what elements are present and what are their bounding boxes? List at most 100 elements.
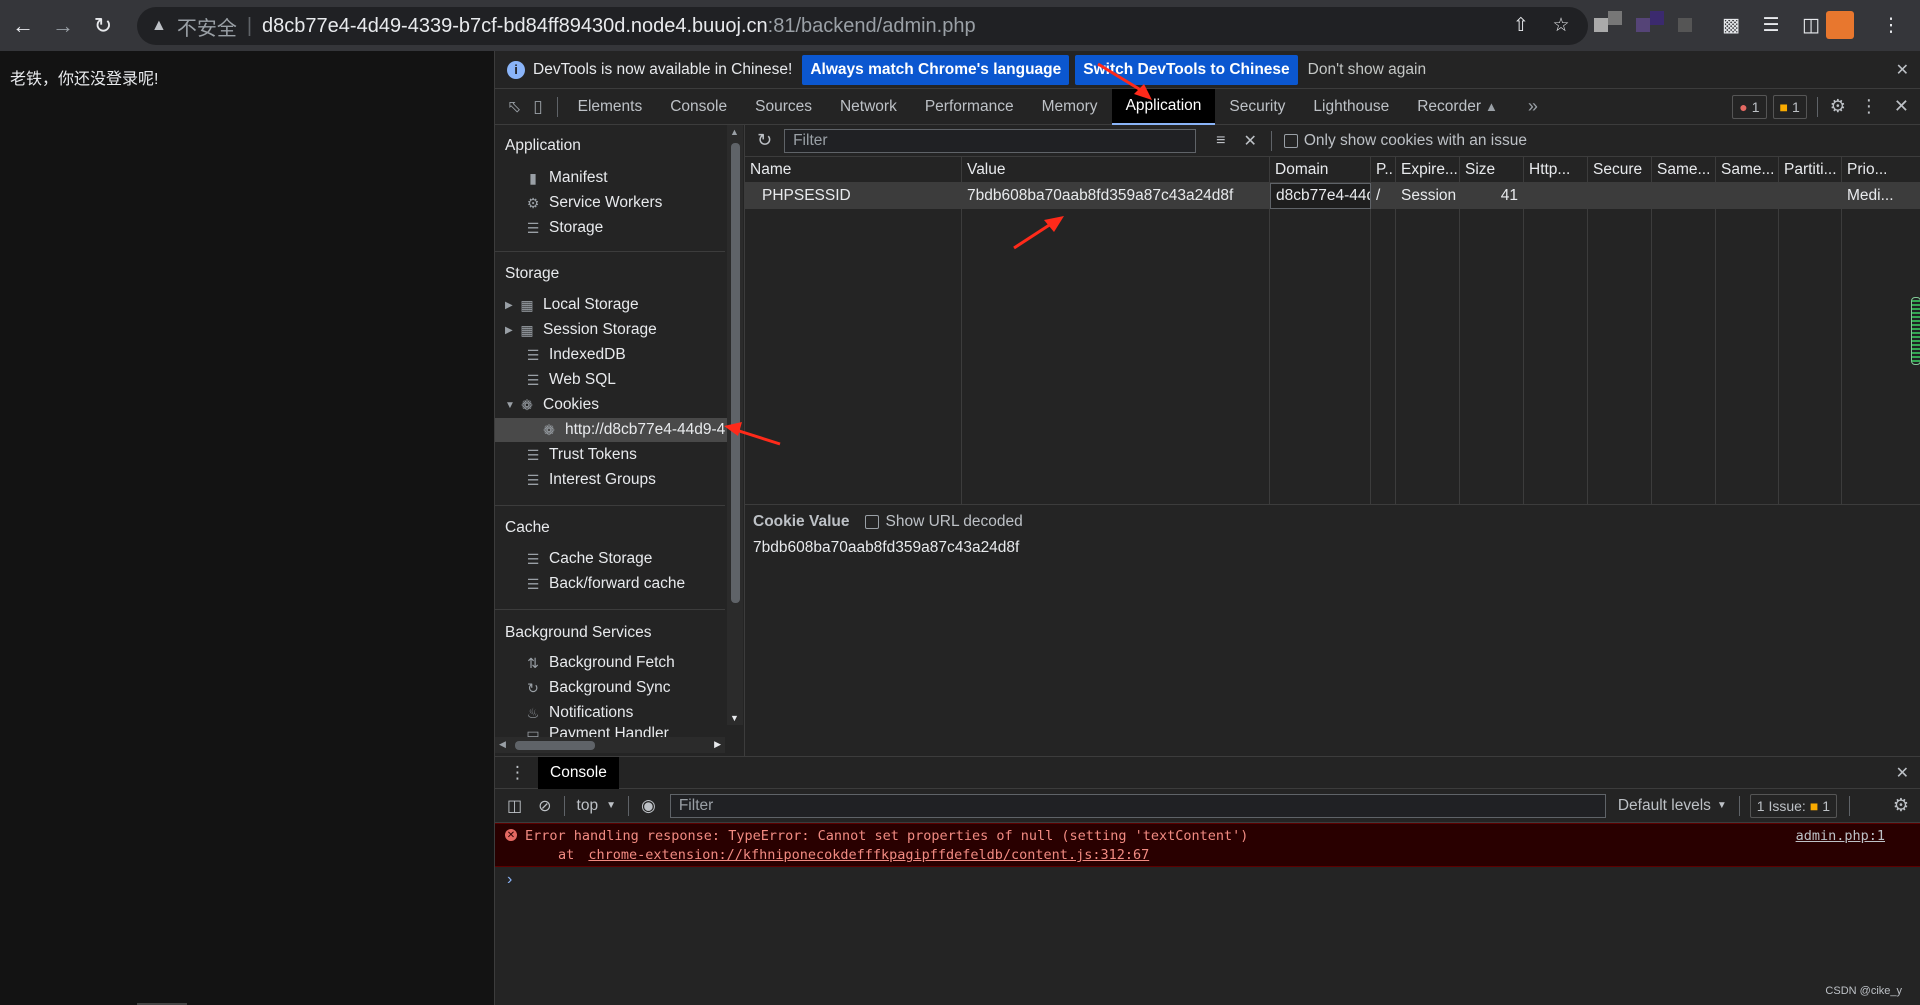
scroll-down-icon[interactable]: ▼ — [730, 713, 739, 723]
sidebar-item-session-storage[interactable]: ▶ ▦ Session Storage — [505, 318, 657, 342]
header-httponly[interactable]: Http... — [1524, 157, 1588, 183]
forward-icon[interactable]: → — [46, 9, 80, 43]
resize-gripper[interactable] — [1911, 297, 1920, 365]
sidebar-item-indexeddb[interactable]: ☰ IndexedDB — [525, 343, 626, 367]
header-samesite[interactable]: Same... — [1652, 157, 1716, 183]
switch-chinese-button[interactable]: Switch DevTools to Chinese — [1075, 54, 1298, 85]
more-tabs-icon[interactable]: » — [1528, 96, 1538, 117]
extensions-puzzle-icon[interactable]: ▩ — [1716, 10, 1746, 40]
header-value[interactable]: Value — [962, 157, 1270, 183]
sidebar-toggle-icon[interactable]: ◫ — [507, 796, 522, 816]
expand-triangle-icon[interactable]: ▶ — [505, 325, 519, 336]
drawer-tab-console[interactable]: Console — [538, 756, 619, 789]
header-size[interactable]: Size — [1460, 157, 1524, 183]
header-name[interactable]: Name — [745, 157, 962, 183]
sidebar-item-cache-storage[interactable]: ☰ Cache Storage — [525, 547, 653, 571]
sidebar-item-cookie-origin[interactable]: ❁ http://d8cb77e4-44d9-4 — [495, 418, 727, 442]
cell-value[interactable]: 7bdb608ba70aab8fd359a87c43a24d8f — [962, 183, 1270, 209]
error-count-badge[interactable]: ● 1 — [1732, 94, 1767, 119]
header-domain[interactable]: Domain — [1270, 157, 1371, 183]
sidebar-item-trust-tokens[interactable]: ☰ Trust Tokens — [525, 443, 637, 467]
cookie-value-text[interactable]: 7bdb608ba70aab8fd359a87c43a24d8f — [753, 539, 1019, 557]
sidebar-item-web-sql[interactable]: ☰ Web SQL — [525, 368, 616, 392]
only-issues-checkbox[interactable] — [1283, 133, 1298, 148]
match-language-button[interactable]: Always match Chrome's language — [802, 54, 1070, 85]
infobar-close-icon[interactable]: ✕ — [1896, 60, 1909, 80]
tab-application[interactable]: Application — [1111, 88, 1216, 125]
sidebar-item-local-storage[interactable]: ▶ ▦ Local Storage — [505, 293, 639, 317]
sidebar-item-bfcache[interactable]: ☰ Back/forward cache — [525, 572, 685, 596]
tab-console[interactable]: Console — [656, 89, 741, 125]
sidebar-item-background-sync[interactable]: ↻ Background Sync — [525, 676, 670, 700]
scrollbar-thumb[interactable] — [515, 741, 595, 750]
console-settings-icon[interactable]: ⚙ — [1893, 795, 1909, 816]
scroll-up-icon[interactable]: ▲ — [730, 127, 739, 137]
clear-console-icon[interactable]: ⊘ — [538, 796, 551, 816]
settings-gear-icon[interactable]: ⚙ — [1830, 96, 1846, 117]
delete-icon[interactable]: ✕ — [1243, 131, 1256, 151]
expand-triangle-icon[interactable]: ▶ — [505, 300, 519, 311]
header-priority[interactable]: Prio... — [1842, 157, 1920, 183]
star-icon[interactable]: ☆ — [1546, 10, 1576, 40]
tab-security[interactable]: Security — [1215, 89, 1299, 125]
sidebar-item-cookies[interactable]: ▼ ❁ Cookies — [505, 393, 599, 417]
tab-recorder[interactable]: Recorder — [1403, 89, 1485, 125]
tab-lighthouse[interactable]: Lighthouse — [1299, 89, 1403, 125]
issues-button[interactable]: 1 Issue: ■ 1 — [1749, 793, 1838, 818]
console-prompt[interactable]: › — [507, 871, 512, 889]
reload-icon[interactable]: ↻ — [86, 9, 120, 43]
header-path[interactable]: P.. — [1371, 157, 1396, 183]
collapse-triangle-icon[interactable]: ▼ — [505, 400, 519, 411]
devtools-close-icon[interactable]: ✕ — [1894, 96, 1909, 117]
share-icon[interactable]: ⇧ — [1506, 10, 1536, 40]
cookies-filter-input[interactable]: Filter — [784, 128, 1197, 153]
cell-name[interactable]: PHPSESSID — [757, 183, 962, 209]
sidebar-item-manifest[interactable]: ▮ Manifest — [525, 166, 607, 190]
eye-icon[interactable]: ◉ — [641, 796, 656, 816]
header-secure[interactable]: Secure — [1588, 157, 1652, 183]
scrollbar-thumb[interactable] — [731, 143, 740, 603]
cell-path[interactable]: / — [1371, 183, 1396, 209]
scroll-left-icon[interactable]: ◀ — [499, 739, 506, 750]
inspect-element-icon[interactable]: ⬁ — [507, 97, 521, 117]
cell-priority[interactable]: Medi... — [1842, 183, 1920, 209]
dont-show-again-button[interactable]: Don't show again — [1308, 61, 1426, 79]
address-bar[interactable]: ▲ 不安全 | d8cb77e4-4d49-4339-b7cf-bd84ff89… — [137, 7, 1588, 45]
drawer-close-icon[interactable]: ✕ — [1896, 763, 1909, 783]
more-menu-icon[interactable]: ⋮ — [1876, 10, 1906, 40]
cell-domain[interactable]: d8cb77e4-44d — [1270, 183, 1371, 209]
sidebar-horizontal-scrollbar[interactable]: ◀ ▶ — [495, 737, 725, 753]
tab-elements[interactable]: Elements — [564, 89, 657, 125]
console-filter-input[interactable]: Filter — [669, 793, 1606, 818]
header-partition[interactable]: Partiti... — [1779, 157, 1842, 183]
sidebar-item-storage[interactable]: ☰ Storage — [525, 216, 604, 240]
error-source-link[interactable]: admin.php:1 — [1796, 828, 1885, 844]
drawer-menu-icon[interactable]: ⋮ — [509, 763, 526, 783]
side-panel-icon[interactable]: ◫ — [1796, 10, 1826, 40]
show-decoded-checkbox[interactable] — [865, 515, 880, 529]
devtools-menu-icon[interactable]: ⋮ — [1860, 96, 1878, 117]
context-selector[interactable]: top — [577, 797, 599, 815]
cell-size[interactable]: 41 — [1460, 183, 1524, 209]
tab-memory[interactable]: Memory — [1028, 89, 1112, 125]
cell-expires[interactable]: Session — [1396, 183, 1460, 209]
tab-performance[interactable]: Performance — [911, 89, 1028, 125]
sidebar-item-background-fetch[interactable]: ⇅ Background Fetch — [525, 651, 675, 675]
sidebar-vertical-scrollbar[interactable]: ▲ ▼ — [727, 125, 743, 725]
refresh-icon[interactable]: ↻ — [757, 130, 772, 151]
tab-sources[interactable]: Sources — [741, 89, 826, 125]
warning-count-badge[interactable]: ■ 1 — [1772, 94, 1807, 119]
sidebar-item-notifications[interactable]: ♨ Notifications — [525, 701, 634, 725]
profile-avatar[interactable] — [1826, 11, 1854, 39]
error-stack-link[interactable]: chrome-extension://kfhniponecokdefffkpag… — [588, 847, 1149, 863]
sidebar-item-service-workers[interactable]: ⚙ Service Workers — [525, 191, 663, 215]
header-expires[interactable]: Expire... — [1396, 157, 1460, 183]
sidebar-item-interest-groups[interactable]: ☰ Interest Groups — [525, 468, 656, 492]
header-sameparty[interactable]: Same... — [1716, 157, 1779, 183]
tab-network[interactable]: Network — [826, 89, 911, 125]
log-levels-dropdown[interactable]: Default levels — [1618, 797, 1711, 815]
clear-filtered-icon[interactable]: ≡ — [1216, 132, 1225, 150]
scroll-right-icon[interactable]: ▶ — [714, 739, 721, 750]
device-toolbar-icon[interactable]: ▯ — [533, 97, 542, 117]
media-queue-icon[interactable]: ☰ — [1756, 10, 1786, 40]
